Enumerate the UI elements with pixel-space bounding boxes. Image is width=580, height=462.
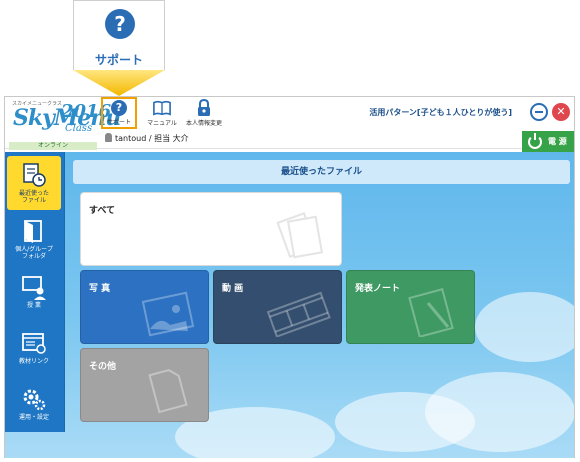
- sidebar-item-settings[interactable]: 運用・設定: [7, 380, 61, 434]
- usage-pattern-text: 活用パターン[子ども１人ひとりが使う]: [369, 108, 512, 117]
- notebook-icon: [408, 288, 454, 337]
- power-icon: [528, 133, 542, 149]
- user-name: tantoud / 担当 大介: [115, 134, 189, 143]
- header: スカイメニュークラス SkyMenu 2016 Class ? サポート マニュ…: [5, 97, 574, 134]
- files-icon: [276, 212, 324, 259]
- tile-other[interactable]: その他: [80, 348, 209, 422]
- sidebar-label: 個人/グループ フォルダ: [15, 246, 53, 260]
- tile-photos[interactable]: 写 真: [80, 270, 209, 344]
- film-icon: [266, 291, 331, 337]
- main-area: 最近使った ファイル 個人/グループ フォルダ 授 業 教材リンク 運用・設定 …: [5, 152, 574, 458]
- sidebar: 最近使った ファイル 個人/グループ フォルダ 授 業 教材リンク 運用・設定: [5, 152, 65, 432]
- callout-label: サポート: [94, 53, 143, 67]
- link-icon: [22, 333, 46, 354]
- folder-icon: [24, 220, 42, 243]
- support-callout: ? サポート: [73, 0, 165, 70]
- tile-label: 写 真: [89, 284, 111, 294]
- sidebar-label: 教材リンク: [18, 358, 49, 365]
- tile-label: 動 画: [222, 284, 244, 294]
- power-label: 電 源: [548, 137, 567, 146]
- sidebar-item-material-links[interactable]: 教材リンク: [7, 324, 61, 378]
- sidebar-label: 最近使った ファイル: [18, 190, 49, 204]
- manual-button[interactable]: マニュアル: [141, 99, 183, 129]
- tile-videos[interactable]: 動 画: [213, 270, 342, 344]
- callout-pointer: [73, 70, 165, 96]
- sidebar-label: 授 業: [27, 302, 41, 309]
- gear-icon: [23, 389, 46, 411]
- question-icon: ?: [111, 100, 127, 116]
- power-button[interactable]: 電 源: [522, 131, 574, 153]
- sidebar-item-folders[interactable]: 個人/グループ フォルダ: [7, 212, 61, 266]
- status-bar: オンライン tantoud / 担当 大介 電 源: [5, 131, 574, 153]
- lock-icon: [198, 99, 210, 116]
- user-icon: [105, 133, 112, 142]
- tile-label: その他: [89, 362, 117, 372]
- book-icon: [153, 100, 171, 116]
- sidebar-item-classroom[interactable]: 授 業: [7, 268, 61, 322]
- user-info: tantoud / 担当 大介: [105, 133, 189, 144]
- support-label: サポート: [106, 119, 131, 126]
- photo-icon: [141, 291, 195, 337]
- tile-label: すべて: [89, 206, 116, 216]
- profile-change-button[interactable]: 本人情報変更: [181, 99, 227, 129]
- online-status-badge: オンライン: [9, 142, 97, 150]
- background-cloud: [475, 292, 574, 362]
- close-button[interactable]: ✕: [552, 103, 570, 121]
- background-cloud: [425, 372, 574, 452]
- question-icon: ?: [105, 9, 135, 39]
- minimize-button[interactable]: [530, 103, 548, 121]
- tile-all-files[interactable]: すべて: [80, 192, 342, 266]
- sidebar-item-recent-files[interactable]: 最近使った ファイル: [7, 156, 61, 210]
- manual-label: マニュアル: [147, 120, 177, 127]
- recent-files-icon: [23, 163, 46, 187]
- tile-presentation-notes[interactable]: 発表ノート: [346, 270, 475, 344]
- support-button[interactable]: ? サポート: [101, 97, 137, 129]
- document-icon: [148, 369, 188, 414]
- profile-change-label: 本人情報変更: [185, 120, 222, 127]
- section-title: 最近使ったファイル: [73, 160, 570, 184]
- classroom-icon: [22, 276, 46, 300]
- sidebar-label: 運用・設定: [18, 414, 49, 421]
- app-window: スカイメニュークラス SkyMenu 2016 Class ? サポート マニュ…: [4, 96, 575, 458]
